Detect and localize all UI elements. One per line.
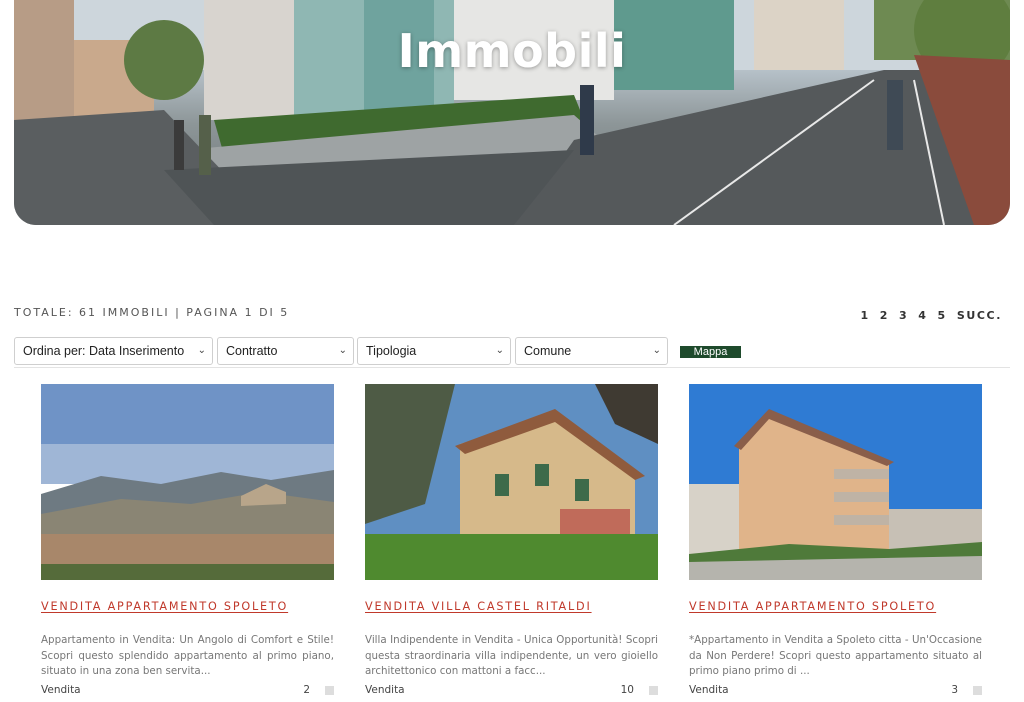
photo-icon bbox=[649, 686, 658, 695]
pagination: 1 2 3 4 5 SUCC. bbox=[850, 309, 1002, 322]
hero-banner: Immobili bbox=[14, 0, 1010, 225]
property-card[interactable]: VENDITA VILLA CASTEL RITALDI Villa Indip… bbox=[365, 384, 658, 700]
page-link-2[interactable]: 2 bbox=[880, 309, 889, 322]
property-meta: Vendita 10 bbox=[365, 684, 658, 700]
page-link-1[interactable]: 1 bbox=[860, 309, 869, 322]
type-select[interactable]: Tipologia ⌄ bbox=[357, 337, 511, 365]
property-description: *Appartamento in Vendita a Spoleto citta… bbox=[689, 634, 982, 677]
property-meta: Vendita 3 bbox=[689, 684, 982, 700]
property-description: Villa Indipendente in Vendita - Unica Op… bbox=[365, 634, 658, 677]
property-photo-image bbox=[41, 384, 334, 580]
sort-select-value: Ordina per: Data Inserimento bbox=[23, 344, 185, 358]
property-photo-image bbox=[689, 384, 982, 580]
property-title-link[interactable]: VENDITA APPARTAMENTO SPOLETO bbox=[689, 600, 982, 613]
photo-count: 3 bbox=[951, 684, 958, 696]
contract-select[interactable]: Contratto ⌄ bbox=[217, 337, 354, 365]
chevron-down-icon: ⌄ bbox=[338, 345, 347, 356]
property-photo[interactable] bbox=[365, 384, 658, 580]
property-contract: Vendita bbox=[41, 684, 81, 696]
contract-select-value: Contratto bbox=[226, 344, 278, 358]
map-button[interactable]: Mappa bbox=[680, 346, 741, 358]
photo-icon bbox=[325, 686, 334, 695]
next-page-link[interactable]: SUCC. bbox=[957, 309, 1002, 322]
property-contract: Vendita bbox=[689, 684, 729, 696]
chevron-down-icon: ⌄ bbox=[197, 345, 206, 356]
town-select-value: Comune bbox=[524, 344, 572, 358]
property-card[interactable]: VENDITA APPARTAMENTO SPOLETO *Appartamen… bbox=[689, 384, 982, 700]
property-photo[interactable] bbox=[41, 384, 334, 580]
property-title-link[interactable]: VENDITA APPARTAMENTO SPOLETO bbox=[41, 600, 334, 613]
listing-totals: TOTALE: 61 IMMOBILI | PAGINA 1 DI 5 bbox=[14, 306, 290, 319]
photo-icon bbox=[973, 686, 982, 695]
page-link-3[interactable]: 3 bbox=[899, 309, 908, 322]
property-contract: Vendita bbox=[365, 684, 405, 696]
filter-bar: Ordina per: Data Inserimento ⌄ Contratto… bbox=[14, 337, 1010, 368]
sort-select[interactable]: Ordina per: Data Inserimento ⌄ bbox=[14, 337, 213, 365]
property-card[interactable]: VENDITA APPARTAMENTO SPOLETO Appartament… bbox=[41, 384, 334, 700]
chevron-down-icon: ⌄ bbox=[652, 345, 661, 356]
page-link-4[interactable]: 4 bbox=[918, 309, 927, 322]
page-title: Immobili bbox=[397, 24, 627, 78]
property-photo[interactable] bbox=[689, 384, 982, 580]
chevron-down-icon: ⌄ bbox=[495, 345, 504, 356]
type-select-value: Tipologia bbox=[366, 344, 417, 358]
photo-count: 10 bbox=[620, 684, 634, 696]
town-select[interactable]: Comune ⌄ bbox=[515, 337, 668, 365]
property-title-link[interactable]: VENDITA VILLA CASTEL RITALDI bbox=[365, 600, 658, 613]
page-link-5[interactable]: 5 bbox=[938, 309, 947, 322]
property-photo-image bbox=[365, 384, 658, 580]
photo-count: 2 bbox=[303, 684, 310, 696]
property-description: Appartamento in Vendita: Un Angolo di Co… bbox=[41, 634, 334, 677]
property-meta: Vendita 2 bbox=[41, 684, 334, 700]
